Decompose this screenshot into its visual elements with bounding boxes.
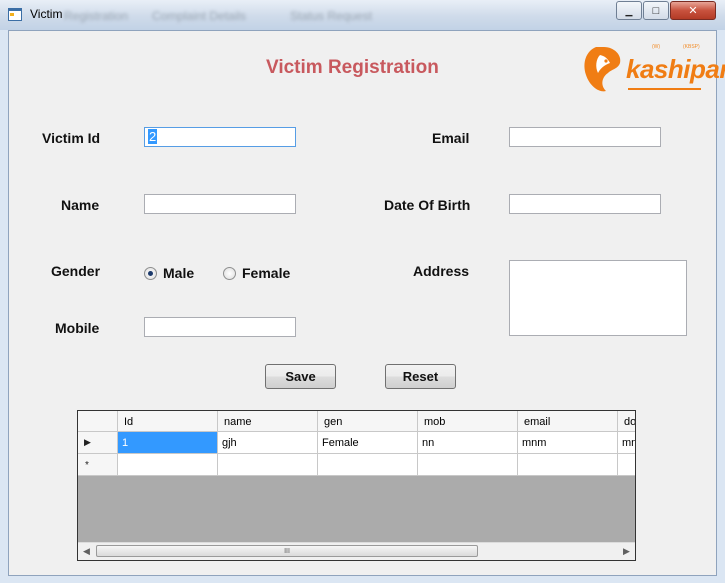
table-cell[interactable]: mn — [618, 432, 635, 454]
gender-male-label: Male — [163, 265, 195, 281]
gender-male-radio[interactable]: Male — [144, 265, 194, 281]
logo-tag-left: (W) — [652, 44, 661, 50]
grid-corner — [78, 411, 118, 432]
address-textarea[interactable] — [509, 260, 687, 336]
maximize-button[interactable]: □ — [643, 1, 669, 20]
minimize-button[interactable]: ▁ — [616, 1, 642, 20]
victim-id-field[interactable]: 2 — [144, 127, 296, 147]
logo-text: kashipara — [626, 54, 725, 84]
ghost-menu-status: Status Request — [290, 9, 373, 23]
minimize-icon: ▁ — [625, 6, 633, 16]
radio-checked-icon — [144, 266, 157, 280]
mobile-label: Mobile — [55, 320, 100, 336]
title-bar[interactable]: Victim Registration Complaint Details St… — [0, 0, 725, 30]
address-label: Address — [413, 263, 470, 279]
form-title: Victim Registration — [266, 57, 439, 78]
mobile-field[interactable] — [144, 317, 296, 337]
close-icon: ✕ — [688, 5, 698, 17]
victim-id-value: 2 — [148, 129, 158, 144]
column-header-mob[interactable]: mob — [418, 411, 518, 432]
name-label: Name — [61, 197, 100, 213]
save-button[interactable]: Save — [265, 364, 336, 389]
new-row-asterisk-icon: * — [85, 460, 89, 471]
victim-id-label: Victim Id — [42, 130, 101, 146]
name-field[interactable] — [144, 194, 296, 214]
email-label: Email — [432, 130, 470, 146]
table-cell[interactable]: Female — [318, 432, 418, 454]
scroll-left-icon[interactable]: ◀ — [78, 543, 95, 560]
table-cell[interactable]: gjh — [218, 432, 318, 454]
gender-female-radio[interactable]: Female — [223, 265, 290, 281]
new-row-cell[interactable] — [418, 454, 518, 476]
dob-label: Date Of Birth — [384, 197, 471, 213]
column-header-id[interactable]: Id — [118, 411, 218, 432]
scroll-grip-icon: III — [284, 547, 290, 555]
victim-data-grid[interactable]: Id name gen mob email do ▶ 1 gjh Female … — [77, 410, 636, 561]
column-header-email[interactable]: email — [518, 411, 618, 432]
gender-label: Gender — [51, 263, 101, 279]
ghost-menu-registration: Registration — [64, 9, 129, 23]
close-button[interactable]: ✕ — [670, 1, 716, 20]
new-row-cell[interactable] — [518, 454, 618, 476]
column-header-name[interactable]: name — [218, 411, 318, 432]
row-header[interactable]: ▶ — [78, 432, 118, 454]
logo-tag-right: (KBSP) — [683, 44, 700, 50]
ghost-menu-complaint: Complaint Details — [152, 9, 247, 23]
logo-underline — [628, 88, 701, 90]
new-row-cell[interactable] — [218, 454, 318, 476]
table-cell[interactable]: nn — [418, 432, 518, 454]
radio-unchecked-icon — [223, 266, 236, 280]
table-cell[interactable]: 1 — [118, 432, 218, 454]
scroll-thumb[interactable]: III — [96, 545, 478, 557]
table-cell[interactable]: mnm — [518, 432, 618, 454]
gender-female-label: Female — [242, 265, 291, 281]
app-icon — [8, 8, 22, 21]
current-row-arrow-icon: ▶ — [84, 437, 91, 447]
column-header-gen[interactable]: gen — [318, 411, 418, 432]
new-row-cell[interactable] — [618, 454, 635, 476]
new-row-cell[interactable] — [118, 454, 218, 476]
reset-button[interactable]: Reset — [385, 364, 456, 389]
column-header-dob[interactable]: do — [618, 411, 635, 432]
new-row-cell[interactable] — [318, 454, 418, 476]
scroll-right-icon[interactable]: ▶ — [618, 543, 635, 560]
horizontal-scrollbar[interactable]: ◀ III ▶ — [78, 542, 635, 560]
new-row-header[interactable]: * — [78, 454, 118, 476]
email-field[interactable] — [509, 127, 661, 147]
maximize-icon: □ — [652, 4, 660, 17]
window-title: Victim — [30, 7, 63, 21]
dob-field[interactable] — [509, 194, 661, 214]
